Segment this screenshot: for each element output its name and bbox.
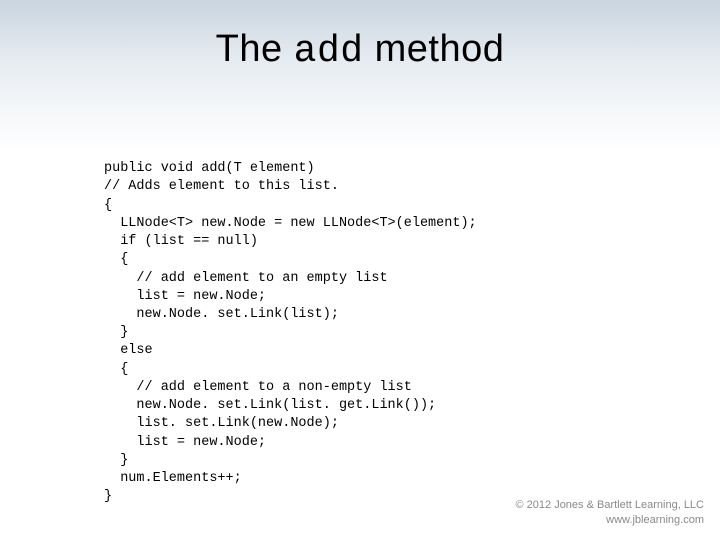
code-line: list = new.Node; — [104, 289, 266, 304]
code-line: list = new.Node; — [104, 435, 266, 450]
code-line: { — [104, 252, 128, 267]
code-line: new.Node. set.Link(list. get.Link()); — [104, 398, 436, 413]
title-code: add — [294, 30, 364, 73]
code-line: { — [104, 362, 128, 377]
code-line: num.Elements++; — [104, 471, 242, 486]
footer-url: www.jblearning.com — [516, 513, 705, 528]
title-part1: The — [216, 28, 294, 70]
code-line: new.Node. set.Link(list); — [104, 307, 339, 322]
code-line: public void add(T element) — [104, 161, 315, 176]
code-line: // add element to an empty list — [104, 271, 388, 286]
code-line: } — [104, 453, 128, 468]
code-line: else — [104, 343, 153, 358]
code-line: } — [104, 489, 112, 504]
code-block: public void add(T element) // Adds eleme… — [104, 142, 477, 506]
code-line: LLNode<T> new.Node = new LLNode<T>(eleme… — [104, 216, 477, 231]
code-line: // add element to a non-empty list — [104, 380, 412, 395]
code-line: // Adds element to this list. — [104, 179, 339, 194]
slide-title: The add method — [0, 0, 720, 73]
title-part2: method — [364, 28, 505, 70]
copyright-text: © 2012 Jones & Bartlett Learning, LLC — [516, 498, 705, 513]
code-line: if (list == null) — [104, 234, 258, 249]
code-line: list. set.Link(new.Node); — [104, 416, 339, 431]
code-line: } — [104, 325, 128, 340]
code-line: { — [104, 198, 112, 213]
footer: © 2012 Jones & Bartlett Learning, LLC ww… — [516, 498, 705, 528]
